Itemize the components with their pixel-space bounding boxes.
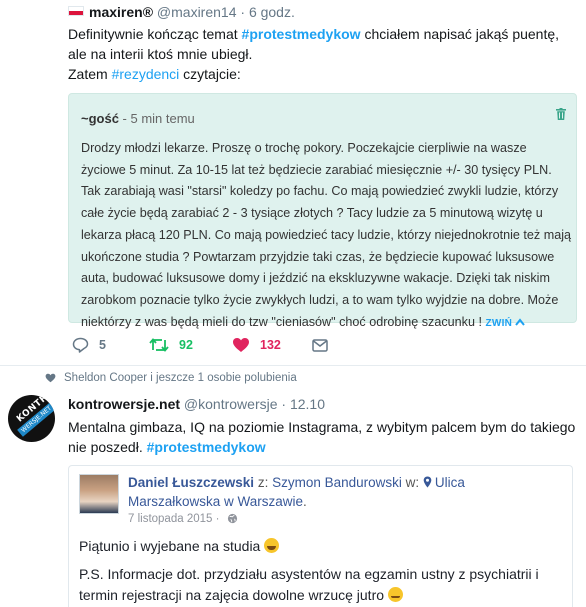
retweet-button[interactable]: 92 bbox=[149, 334, 193, 356]
place-suffix: . bbox=[303, 494, 307, 509]
chevron-up-icon bbox=[515, 318, 526, 326]
comment-text: Drodzy młodzi lekarze. Proszę o trochę p… bbox=[81, 141, 572, 329]
hashtag-link[interactable]: #rezydenci bbox=[112, 66, 180, 82]
facebook-post-body: Piątunio i wyjebane na studia P.S. Infor… bbox=[79, 536, 565, 607]
facebook-post-date: 7 listopada 2015 · bbox=[128, 513, 238, 525]
facebook-author[interactable]: Daniel Łuszczewski bbox=[128, 475, 254, 490]
hashtag-link[interactable]: #protestmedykow bbox=[147, 439, 266, 455]
post-line-text: P.S. Informacje dot. przydziału asystent… bbox=[79, 566, 539, 603]
text-segment: czytajcie: bbox=[179, 66, 241, 82]
comment-header: ~gość - 5 min temu bbox=[81, 111, 195, 126]
embedded-facebook-post[interactable]: Daniel Łuszczewski z: Szymon Bandurowski… bbox=[68, 465, 573, 607]
collapse-label: ZWIŃ bbox=[485, 317, 513, 329]
facebook-avatar[interactable] bbox=[79, 474, 119, 514]
user-handle[interactable]: @kontrowersje bbox=[184, 396, 278, 412]
display-name[interactable]: maxiren® bbox=[89, 4, 153, 20]
tagged-person[interactable]: Szymon Bandurowski bbox=[272, 475, 402, 490]
collapse-button[interactable]: ZWIŃ bbox=[485, 317, 526, 329]
reply-icon bbox=[72, 337, 89, 353]
in-prefix: w: bbox=[401, 475, 423, 490]
display-name[interactable]: kontrowersje.net bbox=[68, 396, 180, 412]
grin-emoji-icon bbox=[264, 538, 280, 553]
globe-icon bbox=[227, 513, 237, 524]
tweet-kontrowersje[interactable]: Sheldon Cooper i jeszcze 1 osobie polubi… bbox=[0, 367, 586, 607]
social-context: Sheldon Cooper i jeszcze 1 osobie polubi… bbox=[45, 372, 297, 384]
text-segment: Mentalna gimbaza, IQ na poziomie Instagr… bbox=[68, 419, 576, 455]
tweet-text: Mentalna gimbaza, IQ na poziomie Instagr… bbox=[68, 417, 578, 457]
post-line-text: Piątunio i wyjebane na studia bbox=[79, 538, 265, 554]
facebook-post-header: Daniel Łuszczewski z: Szymon Bandurowski… bbox=[128, 473, 558, 511]
post-date[interactable]: 7 listopada 2015 bbox=[128, 513, 212, 525]
trash-icon[interactable] bbox=[556, 108, 566, 120]
text-segment: Zatem bbox=[68, 66, 112, 82]
post-line: Piątunio i wyjebane na studia bbox=[79, 536, 565, 557]
reply-count: 5 bbox=[99, 338, 106, 352]
tweet-actions: 5 92 132 bbox=[72, 334, 392, 356]
date-separator: · bbox=[212, 513, 223, 525]
post-line: P.S. Informacje dot. przydziału asystent… bbox=[79, 564, 565, 606]
like-button[interactable]: 132 bbox=[232, 334, 281, 356]
tweet-maxiren[interactable]: maxiren® @maxiren14 · 6 godz. Definitywn… bbox=[0, 0, 586, 366]
tweet-header: maxiren® @maxiren14 · 6 godz. bbox=[68, 4, 295, 20]
quoted-comment-card: ~gość - 5 min temu Drodzy młodzi lekarze… bbox=[68, 93, 577, 329]
tweet-header: kontrowersje.net @kontrowersje · 12.10 bbox=[68, 396, 325, 412]
direct-message-button[interactable] bbox=[312, 334, 328, 356]
separator: · bbox=[281, 396, 287, 412]
user-handle[interactable]: @maxiren14 bbox=[157, 4, 237, 20]
comment-body: Drodzy młodzi lekarze. Proszę o trochę p… bbox=[81, 138, 573, 334]
tweet-time[interactable]: 6 godz. bbox=[249, 4, 295, 20]
reply-button[interactable]: 5 bbox=[72, 334, 106, 356]
retweet-icon bbox=[149, 338, 169, 352]
location-pin-icon bbox=[423, 476, 432, 488]
envelope-icon bbox=[312, 338, 328, 352]
like-count: 132 bbox=[260, 338, 281, 352]
avatar[interactable]: KONTRO WERSJE.NET bbox=[8, 395, 55, 442]
retweet-count: 92 bbox=[179, 338, 193, 352]
heart-icon bbox=[233, 338, 249, 352]
wink-emoji-icon bbox=[387, 587, 403, 602]
heart-small-icon bbox=[45, 373, 56, 383]
hashtag-link[interactable]: #protestmedykow bbox=[242, 26, 361, 42]
tweet-text: Definitywnie kończąc temat #protestmedyk… bbox=[68, 24, 578, 84]
with-prefix: z: bbox=[254, 475, 273, 490]
text-segment: Definitywnie kończąc temat bbox=[68, 26, 242, 42]
separator: · bbox=[240, 4, 246, 20]
poland-flag-icon bbox=[68, 6, 84, 16]
comment-time: - 5 min temu bbox=[118, 111, 195, 126]
tweet-time[interactable]: 12.10 bbox=[290, 396, 325, 412]
comment-author: ~gość bbox=[81, 111, 119, 126]
social-context-text[interactable]: Sheldon Cooper i jeszcze 1 osobie polubi… bbox=[64, 372, 297, 384]
